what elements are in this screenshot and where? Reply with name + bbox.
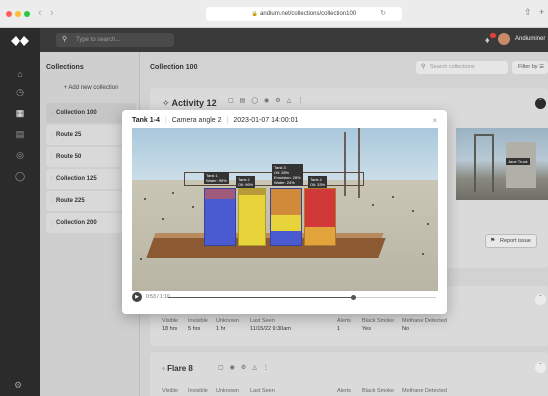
grid-icon[interactable]: ▦ xyxy=(14,107,26,119)
tank-1[interactable] xyxy=(204,188,236,246)
video-frame[interactable]: Tank 1 Water: 99% Tank 2 Oil: 96% Tank 3… xyxy=(132,128,438,291)
close-window-button[interactable] xyxy=(6,11,12,17)
chevron-down-icon[interactable]: ˇ xyxy=(535,294,546,305)
flare-toolbar: ▢◉⚙△⋮ xyxy=(218,365,275,371)
back-arrow-icon[interactable]: ‹ xyxy=(38,7,42,19)
tank-3-label: Tank 3 Oil: 28% Emulsion: 28% Water: 24% xyxy=(272,164,303,186)
tank-4[interactable] xyxy=(304,188,336,246)
activity-icon: ✧ xyxy=(162,98,170,108)
reload-icon[interactable]: ↻ xyxy=(380,7,386,21)
flare-card: ◦ Flare 8 ▢◉⚙△⋮ ˇ Visible Invisible Unkn… xyxy=(150,352,548,396)
image-tag: Jane Truck xyxy=(506,158,530,165)
time-display: 0:53 / 1:10 xyxy=(146,294,170,300)
timestamp: 2023-01-07 14:00:01 xyxy=(233,117,299,124)
camera-label: Camera angle 2 xyxy=(171,117,222,124)
progress-knob[interactable] xyxy=(350,295,356,300)
tank-1-label: Tank 1 Water: 99% xyxy=(204,172,229,184)
report-issue-button[interactable]: ⚑ Report issue xyxy=(485,234,537,248)
alert-icon[interactable]: ◎ xyxy=(14,149,26,161)
avatar[interactable] xyxy=(498,33,510,45)
app-logo-icon[interactable] xyxy=(11,36,29,46)
chevron-up-icon[interactable]: ˆ xyxy=(535,98,546,109)
progress-fill xyxy=(168,297,353,298)
minimize-window-button[interactable] xyxy=(15,11,21,17)
url-text: andium.net/collections/collection100 xyxy=(260,11,357,17)
play-icon[interactable]: ▶ xyxy=(132,292,142,302)
forward-arrow-icon[interactable]: › xyxy=(50,7,54,19)
drag-handle-icon[interactable]: ⋮⋮ xyxy=(49,103,59,123)
settings-icon[interactable]: ⚙ xyxy=(14,380,22,391)
video-modal: Tank 1-4 | Camera angle 2 | 2023-01-07 14:00… xyxy=(122,110,447,314)
top-bar: ⚲ Type to search... ♦ Andiuminer xyxy=(40,28,548,52)
drag-handle-icon[interactable]: ⋮⋮ xyxy=(49,191,59,211)
global-search-input[interactable]: ⚲ Type to search... xyxy=(56,33,174,47)
chart-icon[interactable]: ▤ xyxy=(14,128,26,140)
chevron-down-icon[interactable]: ˇ xyxy=(535,362,546,373)
notification-badge xyxy=(490,33,496,38)
tank-3[interactable] xyxy=(270,188,302,246)
flag-icon: ⚑ xyxy=(490,238,496,244)
modal-header: Tank 1-4 | Camera angle 2 | 2023-01-07 14:00… xyxy=(132,117,299,124)
search-icon: ⚲ xyxy=(62,36,68,43)
close-icon[interactable]: × xyxy=(432,116,437,125)
collection-search-input[interactable]: ⚲ Search collections xyxy=(416,61,508,74)
flare-title: ◦ Flare 8 xyxy=(162,364,193,373)
new-tab-icon[interactable]: + xyxy=(539,7,544,17)
tank-2[interactable] xyxy=(238,188,266,246)
share-icon[interactable]: ⇧ xyxy=(524,7,532,18)
video-player-controls: ▶ 0:53 / 1:10 xyxy=(132,290,438,306)
drag-handle-icon[interactable]: ⋮⋮ xyxy=(49,213,59,233)
collections-title: Collections xyxy=(46,64,84,71)
bell-icon[interactable]: ♦ xyxy=(485,33,496,45)
add-collection-button[interactable]: + Add new collection xyxy=(46,81,136,95)
drag-handle-icon[interactable]: ⋮⋮ xyxy=(49,147,59,167)
lock-icon: 🔒 xyxy=(251,11,259,17)
search-icon: ⚲ xyxy=(421,64,426,70)
tank-4-label: Tank 4 Oil: 33% xyxy=(308,176,328,188)
clock-icon[interactable]: ◷ xyxy=(14,86,26,98)
browser-chrome: ‹ › 🔒 andium.net/collections/collection10… xyxy=(0,0,548,28)
activity-toolbar: ▢▤◯◉⚙△⋮ xyxy=(228,98,310,104)
left-nav-bar: ⌂ ◷ ▦ ▤ ◎ ◯ xyxy=(0,28,40,396)
modal-title: Tank 1-4 xyxy=(132,117,160,124)
home-icon[interactable]: ⌂ xyxy=(14,68,26,80)
maximize-window-button[interactable] xyxy=(24,11,30,17)
search-placeholder: Type to search... xyxy=(76,37,121,43)
activity-title: ✧ Activity 12 xyxy=(162,98,217,108)
drag-handle-icon[interactable]: ⋮⋮ xyxy=(49,125,59,145)
filter-by-button[interactable]: Filter by ☰ xyxy=(512,61,548,74)
address-bar[interactable]: 🔒 andium.net/collections/collection100 ↻ xyxy=(206,7,402,21)
tank-2-label: Tank 2 Oil: 96% xyxy=(236,176,256,188)
page-title: Collection 100 xyxy=(150,64,198,71)
progress-track[interactable] xyxy=(168,297,436,298)
camera-thumbnail[interactable]: Jane Truck xyxy=(456,128,548,200)
drag-handle-icon[interactable]: ⋮⋮ xyxy=(49,169,59,189)
shield-icon[interactable]: ◯ xyxy=(14,170,26,182)
user-name[interactable]: Andiuminer xyxy=(515,36,545,42)
